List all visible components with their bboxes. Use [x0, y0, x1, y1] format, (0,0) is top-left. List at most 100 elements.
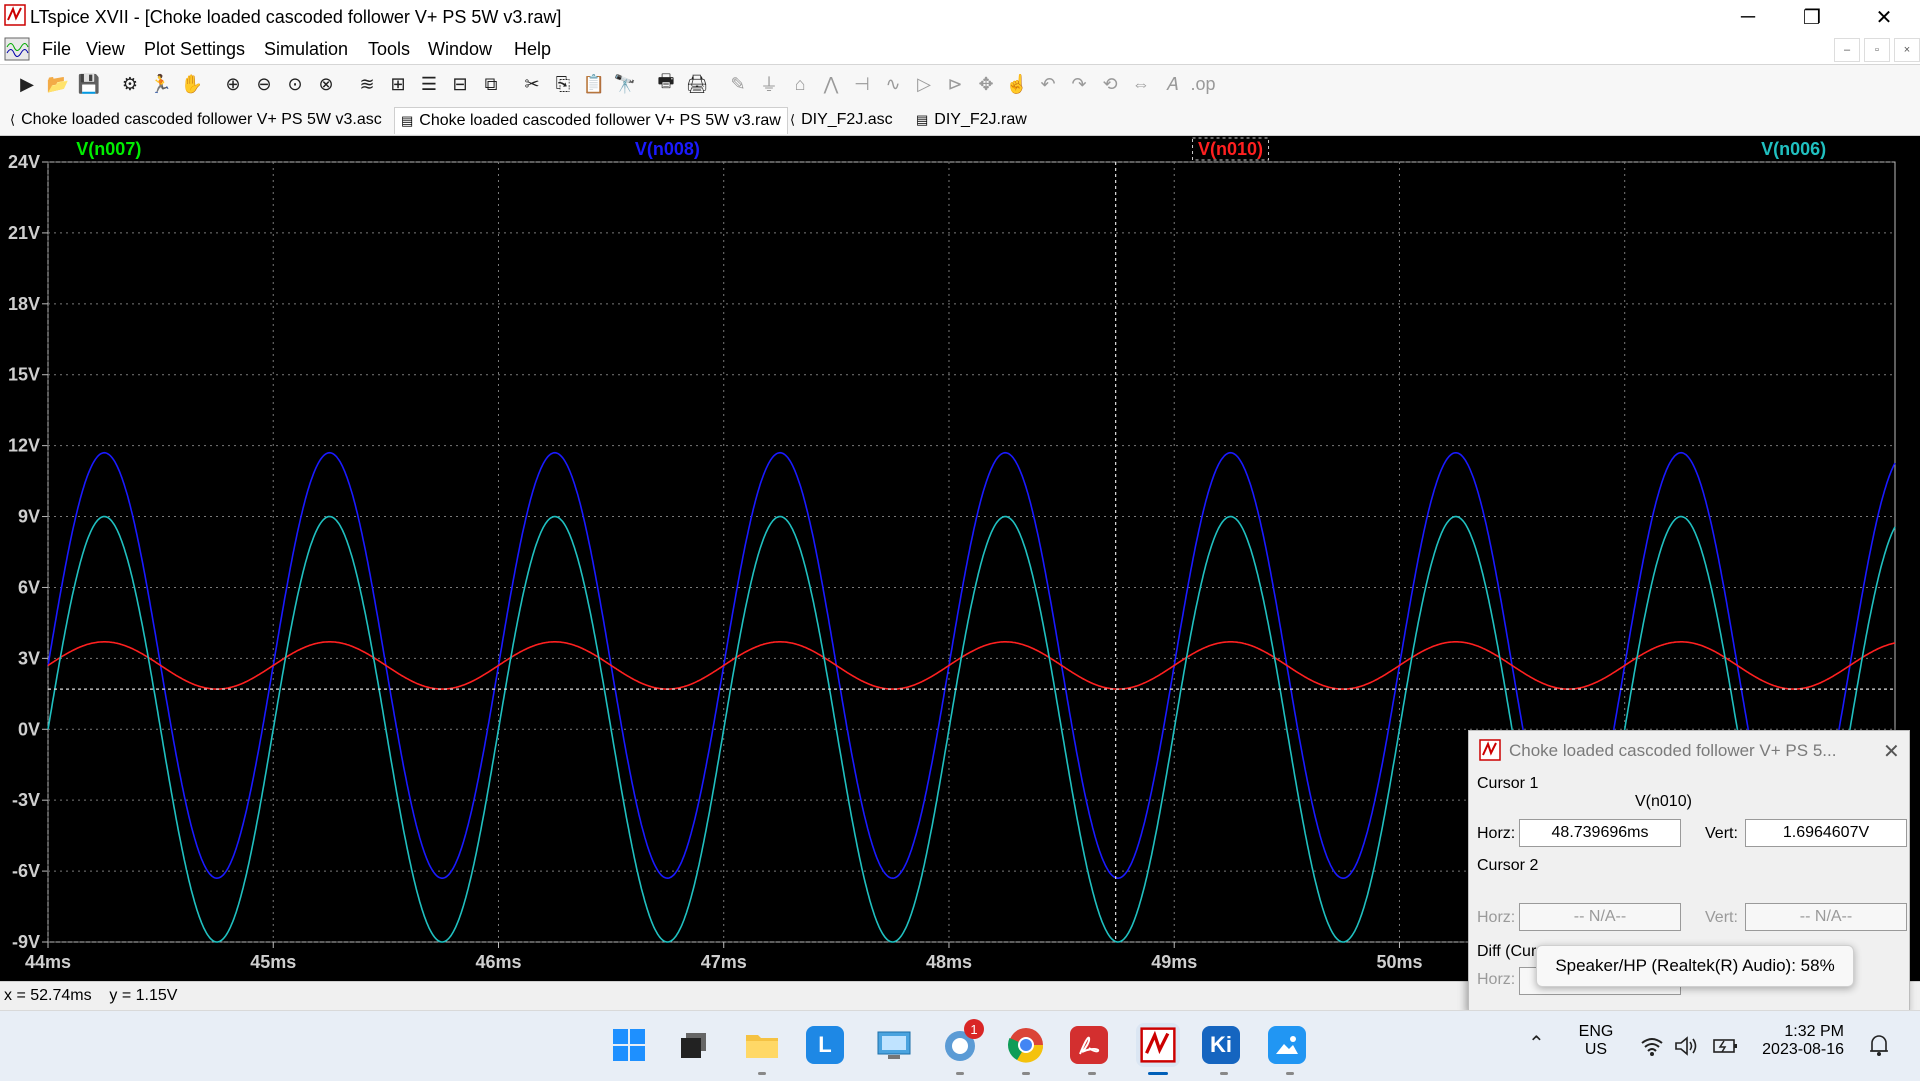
run-icon[interactable]: 🏃: [148, 71, 174, 97]
cascade-icon[interactable]: ⧉: [478, 71, 504, 97]
cursor1-vert-field[interactable]: 1.6964607V: [1745, 819, 1907, 847]
acrobat-icon[interactable]: [1070, 1026, 1108, 1064]
zoom-cancel-icon[interactable]: ⊗: [313, 71, 339, 97]
series-line-vn010: [47, 641, 1896, 690]
component-icon[interactable]: ⊳: [942, 71, 968, 97]
tab-diy-raw[interactable]: ▤ DIY_F2J.raw: [910, 107, 1033, 133]
redo-icon[interactable]: ↷: [1066, 71, 1092, 97]
battery-icon[interactable]: [1712, 1035, 1738, 1057]
undo-icon[interactable]: ↶: [1035, 71, 1061, 97]
tab-choke-raw[interactable]: ▤ Choke loaded cascoded follower V+ PS 5…: [394, 107, 788, 134]
y-tick-label: 24V: [8, 152, 40, 172]
zoom-out-icon[interactable]: ⊖: [251, 71, 277, 97]
x-tick-label: 48ms: [926, 952, 972, 972]
minimize-button[interactable]: ─: [1720, 0, 1776, 34]
menu-view[interactable]: View: [86, 39, 125, 60]
find-icon[interactable]: 🔭: [612, 71, 638, 97]
move-icon[interactable]: ✥: [973, 71, 999, 97]
x-tick-label: 44ms: [25, 952, 71, 972]
tab-label: DIY_F2J.raw: [934, 111, 1027, 128]
maximize-button[interactable]: ❐: [1784, 0, 1840, 34]
kicad-icon[interactable]: Ki: [1202, 1026, 1240, 1064]
menu-tools[interactable]: Tools: [368, 39, 410, 60]
menu-plot-settings[interactable]: Plot Settings: [144, 39, 245, 60]
ltspice-l-icon[interactable]: L: [806, 1026, 844, 1064]
photos-icon[interactable]: [1268, 1026, 1306, 1064]
capacitor-icon[interactable]: ⊣: [849, 71, 875, 97]
cut-icon[interactable]: ✂: [519, 71, 545, 97]
schematic-icon: ⟨: [10, 112, 16, 127]
print-icon[interactable]: 🖶: [653, 71, 679, 97]
tile-horizontal-icon[interactable]: ☰: [416, 71, 442, 97]
label-icon[interactable]: ⌂: [787, 71, 813, 97]
cursor2-label: Cursor 2: [1477, 857, 1539, 874]
open-icon[interactable]: 📂: [45, 71, 71, 97]
cursor-panel-close-button[interactable]: ✕: [1883, 739, 1900, 764]
mdi-close-button[interactable]: ×: [1894, 38, 1920, 62]
ground-icon[interactable]: ⏚: [756, 71, 782, 97]
tab-diy-asc[interactable]: ⟨ DIY_F2J.asc: [784, 107, 899, 133]
file-explorer-icon[interactable]: [740, 1023, 784, 1067]
save-icon[interactable]: 💾: [76, 71, 102, 97]
chevron-up-icon[interactable]: ⌃: [1528, 1031, 1545, 1056]
y-tick-label: 0V: [18, 719, 40, 739]
resistor-icon[interactable]: ⋀: [818, 71, 844, 97]
mirror-icon[interactable]: ⇔: [1128, 71, 1154, 97]
cursor2-horz-field[interactable]: -- N/A--: [1519, 903, 1681, 931]
spice-directive-icon[interactable]: .op: [1190, 71, 1216, 97]
legend-vn008: V(n008): [635, 139, 700, 159]
tab-choke-asc[interactable]: ⟨ Choke loaded cascoded follower V+ PS 5…: [4, 107, 388, 133]
cursor1-vert-label: Vert:: [1705, 825, 1738, 842]
legend-vn006: V(n006): [1761, 139, 1826, 159]
zoom-in-icon[interactable]: ⊕: [220, 71, 246, 97]
notifications-icon[interactable]: [1868, 1033, 1890, 1057]
menu-file[interactable]: File: [42, 39, 71, 60]
text-icon[interactable]: 𝐴: [1159, 71, 1185, 97]
chrome-icon[interactable]: [1004, 1023, 1048, 1067]
x-tick-label: 49ms: [1151, 952, 1197, 972]
cursor2-vert-field[interactable]: -- N/A--: [1745, 903, 1907, 931]
autorange-icon[interactable]: ≋: [354, 71, 380, 97]
ltspice-icon[interactable]: [1136, 1023, 1180, 1067]
rotate-icon[interactable]: ⟲: [1097, 71, 1123, 97]
control-panel-icon[interactable]: [872, 1023, 916, 1067]
mdi-restore-button[interactable]: ▫: [1864, 38, 1890, 62]
cursor1-horz-label: Horz:: [1477, 825, 1516, 842]
copy-icon[interactable]: ⎘: [550, 71, 576, 97]
y-tick-label: 3V: [18, 648, 40, 668]
wire-icon[interactable]: ✎: [725, 71, 751, 97]
task-view-icon[interactable]: [672, 1023, 716, 1067]
taskbar: L 1 Ki ⌃ ENG US 1:32 PM 2023-08-16: [0, 1010, 1920, 1081]
x-tick-label: 47ms: [701, 952, 747, 972]
halt-icon[interactable]: ✋: [179, 71, 205, 97]
print-setup-icon[interactable]: 🖨: [684, 71, 710, 97]
cursor1-horz-field[interactable]: 48.739696ms: [1519, 819, 1681, 847]
diode-icon[interactable]: ▷: [911, 71, 937, 97]
paste-icon[interactable]: 📋: [581, 71, 607, 97]
tab-label: Choke loaded cascoded follower V+ PS 5W …: [419, 112, 781, 129]
clock[interactable]: 1:32 PM 2023-08-16: [1756, 1023, 1844, 1059]
wifi-icon[interactable]: [1640, 1035, 1664, 1057]
tile-vertical-icon[interactable]: ⊟: [447, 71, 473, 97]
zoom-fit-icon[interactable]: ⊙: [282, 71, 308, 97]
volume-icon[interactable]: [1674, 1035, 1698, 1057]
control-panel-icon[interactable]: ⚙: [117, 71, 143, 97]
cursor2-vert-label: Vert:: [1705, 909, 1738, 926]
language-code: ENG: [1578, 1023, 1614, 1040]
manual-limits-icon[interactable]: ⊞: [385, 71, 411, 97]
waveform-doc-icon[interactable]: [4, 37, 30, 61]
new-schematic-icon[interactable]: ▶: [14, 71, 40, 97]
diff-label: Diff (Cur: [1477, 943, 1537, 960]
inductor-icon[interactable]: ∿: [880, 71, 906, 97]
drag-icon[interactable]: ☝: [1004, 71, 1030, 97]
menu-help[interactable]: Help: [514, 39, 551, 60]
start-icon[interactable]: [607, 1023, 651, 1067]
y-tick-label: 12V: [8, 436, 40, 456]
menu-simulation[interactable]: Simulation: [264, 39, 348, 60]
mdi-minimize-button[interactable]: –: [1834, 38, 1860, 62]
clock-time: 1:32 PM: [1784, 1023, 1844, 1040]
language-indicator[interactable]: ENG US: [1578, 1023, 1614, 1059]
menu-window[interactable]: Window: [428, 39, 492, 60]
close-button[interactable]: ✕: [1856, 0, 1912, 34]
y-tick-label: 9V: [18, 507, 40, 527]
